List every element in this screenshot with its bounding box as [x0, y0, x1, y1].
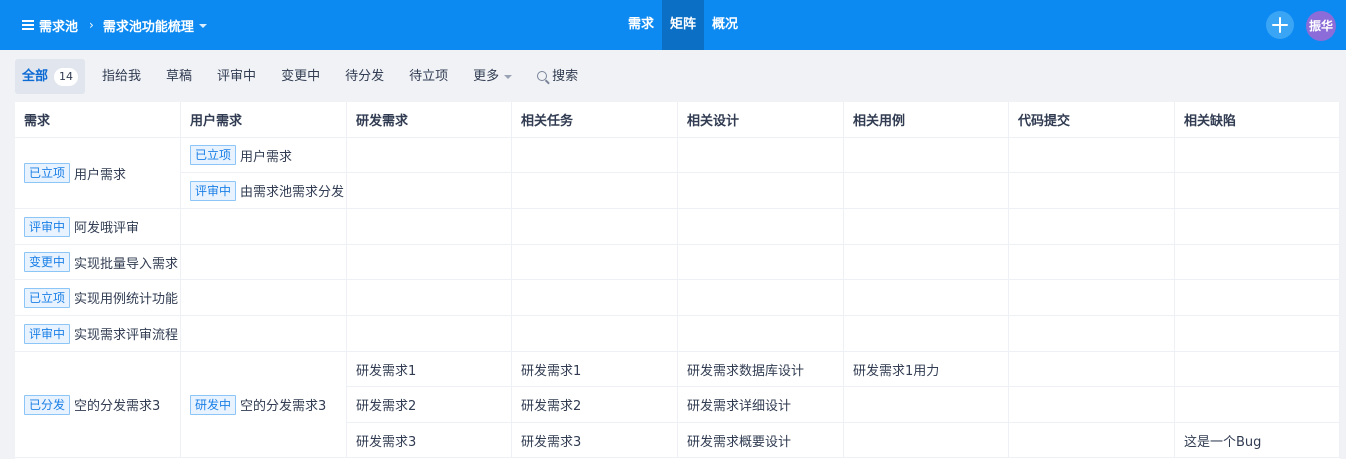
- col-header-related-design: 相关设计: [678, 102, 844, 138]
- col-header-code-commits: 代码提交: [1009, 102, 1175, 138]
- top-header: 需求池 › 需求池功能梳理 需求 矩阵 概况 振华: [0, 0, 1346, 50]
- filter-more[interactable]: 更多: [465, 59, 520, 94]
- filter-reviewing[interactable]: 评审中: [209, 59, 264, 94]
- status-badge: 研发中: [190, 394, 237, 415]
- user-requirement-link[interactable]: 由需求池需求分发: [240, 181, 344, 200]
- status-badge: 评审中: [190, 180, 237, 201]
- col-header-related-cases: 相关用例: [844, 102, 1009, 138]
- breadcrumb: 需求池 › 需求池功能梳理: [22, 0, 207, 50]
- related-design-cell[interactable]: 研发需求详细设计: [678, 387, 844, 423]
- status-badge: 变更中: [24, 252, 71, 272]
- code-commit-cell: [1009, 423, 1175, 458]
- dev-requirement-cell[interactable]: 研发需求2: [347, 387, 512, 423]
- related-design-cell[interactable]: 研发需求数据库设计: [678, 352, 844, 387]
- menu-icon[interactable]: [22, 20, 34, 30]
- code-commit-cell: [1009, 352, 1175, 387]
- filter-bar: 全部 14 指给我 草稿 评审中 变更中 待分发 待立项 更多 搜索: [15, 59, 595, 94]
- requirement-link[interactable]: 空的分发需求3: [74, 395, 160, 414]
- table-row: 评审中 实现需求评审流程: [15, 316, 181, 352]
- filter-all-count: 14: [54, 68, 79, 86]
- main-nav: 需求 矩阵 概况: [620, 0, 746, 50]
- search-button[interactable]: 搜索: [529, 59, 586, 94]
- requirement-link[interactable]: 阿发哦评审: [74, 217, 139, 236]
- related-design-cell[interactable]: 研发需求概要设计: [678, 423, 844, 458]
- chevron-down-icon: [504, 74, 513, 79]
- related-case-cell: [844, 387, 1009, 423]
- breadcrumb-separator: ›: [89, 18, 94, 32]
- related-bug-cell: [1175, 387, 1340, 423]
- related-task-cell[interactable]: 研发需求2: [512, 387, 678, 423]
- code-commit-cell: [1009, 387, 1175, 423]
- filter-draft[interactable]: 草稿: [158, 59, 200, 94]
- user-requirement-link[interactable]: 用户需求: [240, 146, 292, 165]
- requirement-link[interactable]: 实现用例统计功能: [74, 288, 178, 307]
- col-header-requirement: 需求: [15, 102, 181, 138]
- related-task-cell[interactable]: 研发需求3: [512, 423, 678, 458]
- table-row: 已立项 用户需求: [15, 138, 181, 209]
- filter-all-label: 全部: [22, 69, 49, 84]
- related-task-cell[interactable]: 研发需求1: [512, 352, 678, 387]
- add-button[interactable]: [1266, 11, 1294, 39]
- related-bug-cell: [1175, 352, 1340, 387]
- tab-requirements[interactable]: 需求: [620, 0, 662, 50]
- status-badge: 已分发: [24, 394, 71, 415]
- tab-matrix[interactable]: 矩阵: [662, 0, 705, 50]
- status-badge: 已立项: [24, 287, 71, 308]
- breadcrumb-root[interactable]: 需求池: [39, 16, 78, 35]
- table-cell: 研发中 空的分发需求3: [181, 352, 347, 458]
- requirement-link[interactable]: 实现批量导入需求: [74, 253, 178, 272]
- search-label: 搜索: [552, 69, 579, 84]
- related-case-cell[interactable]: 研发需求1用力: [844, 352, 1009, 387]
- col-header-related-bugs: 相关缺陷: [1175, 102, 1340, 138]
- col-header-dev-requirement: 研发需求: [347, 102, 512, 138]
- filter-to-distribute[interactable]: 待分发: [337, 59, 392, 94]
- user-requirement-link[interactable]: 空的分发需求3: [240, 395, 326, 414]
- related-bug-cell[interactable]: 这是一个Bug: [1175, 423, 1340, 458]
- table-row: 已立项 实现用例统计功能: [15, 280, 181, 316]
- table-row: 变更中 实现批量导入需求: [15, 245, 181, 280]
- search-icon: [537, 71, 548, 81]
- avatar[interactable]: 振华: [1306, 11, 1336, 41]
- filter-assigned-to-me[interactable]: 指给我: [94, 59, 149, 94]
- status-badge: 评审中: [24, 323, 71, 344]
- table-row: 评审中 阿发哦评审: [15, 209, 181, 245]
- breadcrumb-current[interactable]: 需求池功能梳理: [103, 16, 194, 35]
- status-badge: 评审中: [24, 216, 71, 237]
- requirement-link[interactable]: 用户需求: [74, 164, 126, 183]
- chevron-down-icon[interactable]: [198, 24, 207, 28]
- requirement-link[interactable]: 实现需求评审流程: [74, 324, 178, 343]
- related-case-cell: [844, 423, 1009, 458]
- filter-changing[interactable]: 变更中: [273, 59, 328, 94]
- dev-requirement-cell[interactable]: 研发需求1: [347, 352, 512, 387]
- matrix-table: 需求 用户需求 研发需求 相关任务 相关设计 相关用例 代码提交 相关缺陷 已立…: [15, 102, 1340, 459]
- filter-all[interactable]: 全部 14: [15, 59, 86, 94]
- status-badge: 已立项: [190, 145, 237, 165]
- col-header-related-tasks: 相关任务: [512, 102, 678, 138]
- filter-to-approve[interactable]: 待立项: [401, 59, 456, 94]
- dev-requirement-cell[interactable]: 研发需求3: [347, 423, 512, 458]
- table-row: 已分发 空的分发需求3: [15, 352, 181, 458]
- filter-more-label: 更多: [473, 69, 500, 84]
- table-cell: 评审中 由需求池需求分发: [181, 173, 347, 209]
- table-cell: 已立项 用户需求: [181, 138, 347, 173]
- col-header-user-requirement: 用户需求: [181, 102, 347, 138]
- status-badge: 已立项: [24, 163, 71, 183]
- tab-overview[interactable]: 概况: [704, 0, 746, 50]
